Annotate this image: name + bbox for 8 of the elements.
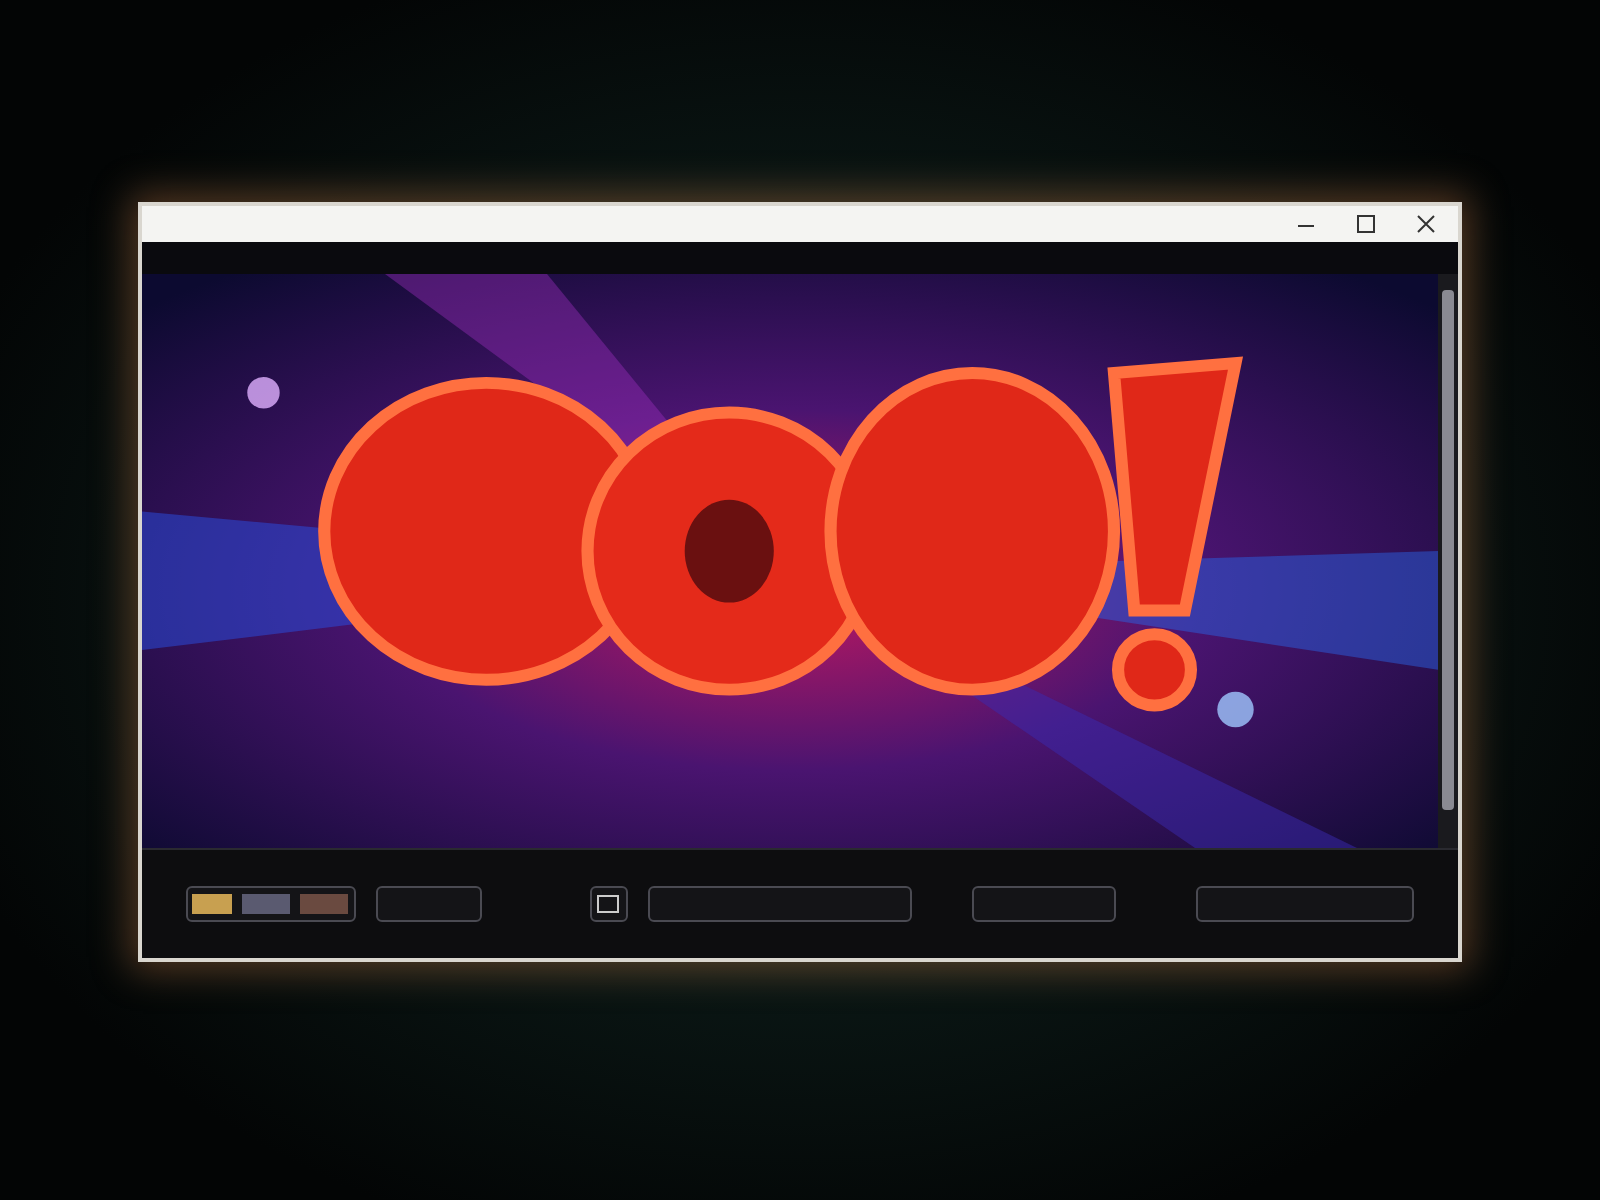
maximize-icon xyxy=(1356,214,1376,234)
toolbar-button[interactable] xyxy=(589,886,628,922)
thumbnail-strip[interactable] xyxy=(186,886,356,922)
thumbnails-icon xyxy=(190,892,351,916)
screen-icon xyxy=(596,894,621,914)
close-icon xyxy=(1416,214,1436,234)
input-field[interactable] xyxy=(375,886,482,922)
scrollbar[interactable] xyxy=(1438,274,1458,848)
